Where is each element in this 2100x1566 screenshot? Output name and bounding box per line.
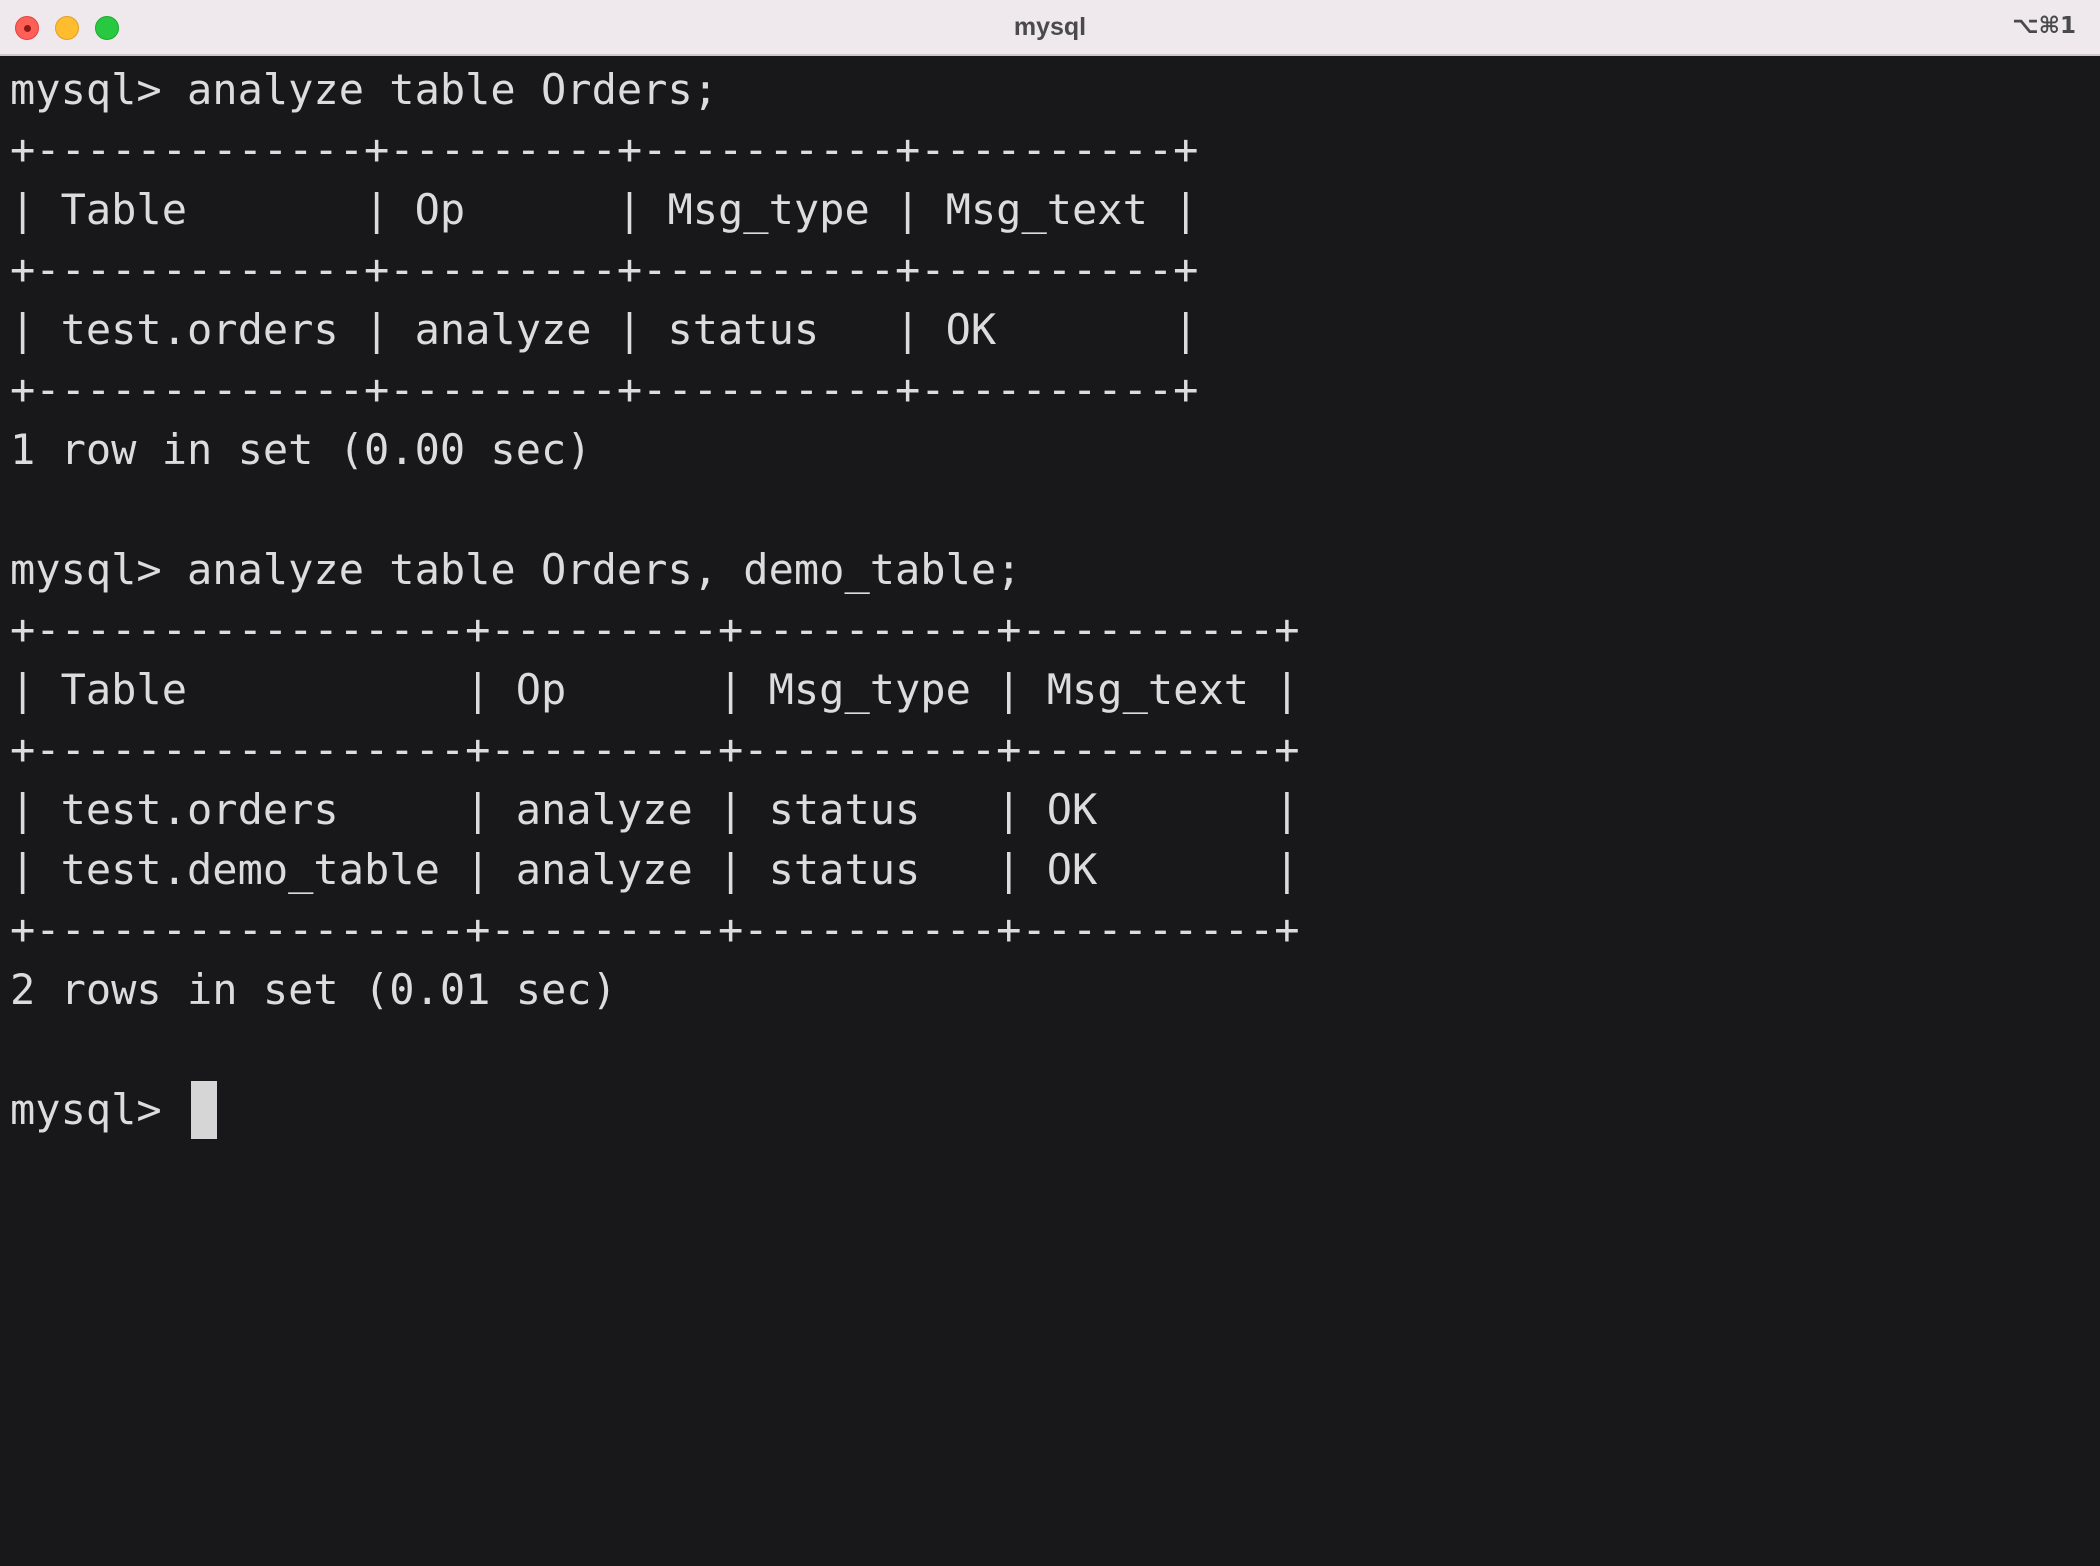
- result-summary: 2 rows in set (0.01 sec): [10, 965, 617, 1014]
- title-bar[interactable]: mysql ⌥⌘1: [0, 0, 2100, 56]
- prompt-text: mysql>: [10, 1085, 188, 1134]
- window-title: mysql: [1013, 13, 1087, 41]
- table-header-row: | Table | Op | Msg_type | Msg_text |: [10, 665, 1300, 714]
- table-border: +-----------------+---------+----------+…: [10, 905, 1300, 954]
- table-border: +-------------+---------+----------+----…: [10, 125, 1199, 174]
- table-border: +-------------+---------+----------+----…: [10, 365, 1199, 414]
- table-border: +-----------------+---------+----------+…: [10, 725, 1300, 774]
- table-row: | test.demo_table | analyze | status | O…: [10, 845, 1300, 894]
- table-border: +-----------------+---------+----------+…: [10, 605, 1300, 654]
- result-summary: 1 row in set (0.00 sec): [10, 425, 592, 474]
- terminal-output[interactable]: mysql> analyze table Orders; +----------…: [10, 60, 2090, 1550]
- command-line: mysql> analyze table Orders;: [10, 65, 719, 114]
- window-shortcut-label: ⌥⌘1: [2012, 13, 2076, 39]
- text-cursor: [191, 1081, 218, 1139]
- table-row: | test.orders | analyze | status | OK |: [10, 785, 1300, 834]
- command-line: mysql> analyze table Orders, demo_table;: [10, 545, 1022, 594]
- table-border: +-------------+---------+----------+----…: [10, 245, 1199, 294]
- terminal-window: mysql ⌥⌘1 mysql> analyze table Orders; +…: [0, 0, 2100, 1566]
- active-prompt-line[interactable]: mysql>: [10, 1080, 2090, 1140]
- table-row: | test.orders | analyze | status | OK |: [10, 305, 1199, 354]
- table-header-row: | Table | Op | Msg_type | Msg_text |: [10, 185, 1199, 234]
